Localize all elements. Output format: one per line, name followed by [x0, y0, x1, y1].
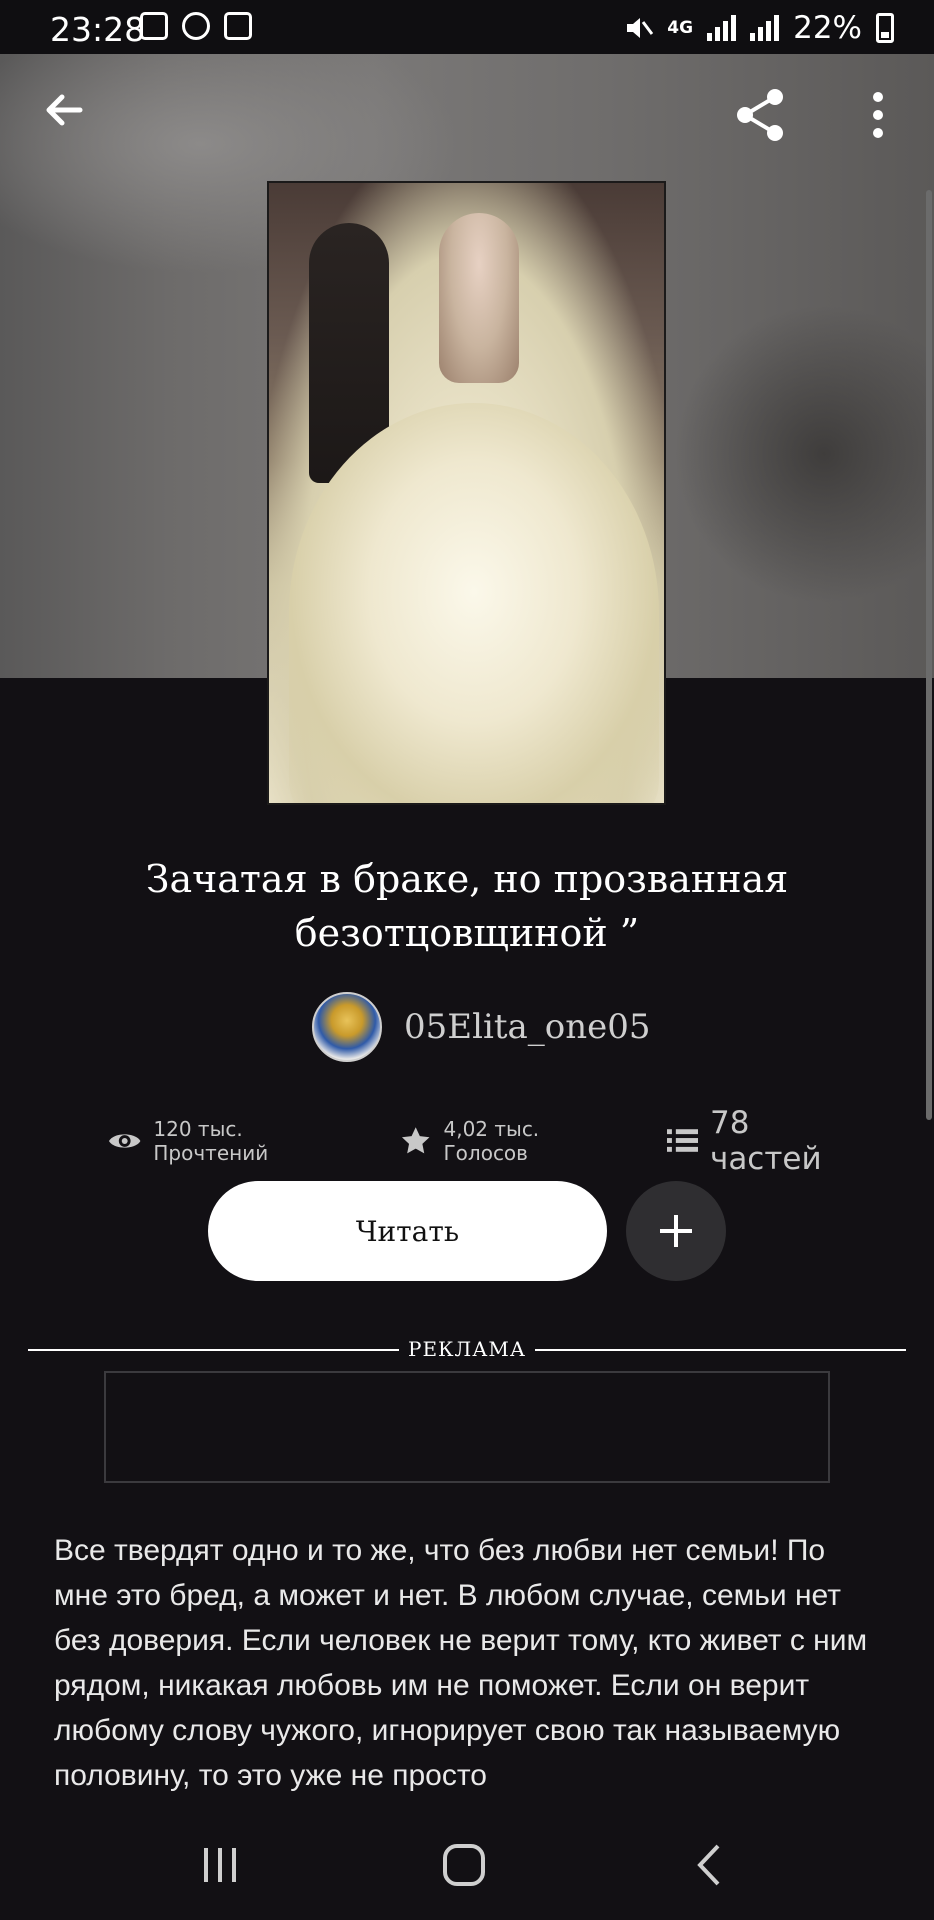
recent-apps-button[interactable]	[190, 1840, 250, 1890]
star-icon	[402, 1127, 430, 1154]
reads-count: 120 тыс. Прочтений	[153, 1117, 269, 1165]
battery-icon	[876, 13, 894, 43]
back-button[interactable]	[40, 85, 90, 135]
ad-divider-left	[28, 1349, 399, 1351]
author-link[interactable]: 05Elita_one05	[312, 992, 651, 1062]
parts-stat[interactable]: 78 частей	[666, 1105, 868, 1177]
home-button[interactable]	[434, 1840, 494, 1890]
ad-divider-right	[535, 1349, 906, 1351]
download-icon	[182, 12, 210, 40]
status-time: 23:28	[50, 10, 146, 49]
author-name[interactable]: 05Elita_one05	[404, 1007, 651, 1047]
share-icon	[737, 89, 783, 141]
signal-icon	[707, 15, 737, 41]
votes-stat: 4,02 тыс. Голосов	[400, 1117, 627, 1165]
back-nav-icon	[697, 1844, 720, 1886]
system-nav-bar	[0, 1800, 934, 1920]
back-nav-button[interactable]	[680, 1840, 740, 1890]
ad-label: РЕКЛАМА	[408, 1337, 526, 1361]
read-button[interactable]: Читать	[208, 1181, 607, 1281]
add-to-library-button[interactable]	[626, 1181, 726, 1281]
plus-icon	[660, 1215, 692, 1247]
status-notification-icons	[140, 12, 252, 40]
status-bar: 23:28 4G 22%	[0, 0, 934, 54]
home-icon	[443, 1844, 485, 1886]
more-vert-icon	[873, 92, 883, 138]
cover-dress	[289, 403, 659, 803]
author-avatar[interactable]	[312, 992, 382, 1062]
gallery-icon	[140, 12, 168, 40]
status-right: 4G 22%	[623, 10, 894, 46]
recent-apps-icon	[204, 1848, 236, 1882]
mute-icon	[627, 18, 654, 38]
more-options-button[interactable]	[868, 85, 888, 145]
eye-icon	[108, 1134, 141, 1148]
book-cover-image[interactable]	[267, 181, 666, 805]
share-button[interactable]	[730, 85, 790, 145]
battery-percent: 22%	[793, 10, 862, 46]
list-icon	[666, 1129, 698, 1152]
story-description: Все твердят одно и то же, что без любви …	[54, 1534, 868, 1792]
story-title: Зачатая в браке, но прозванная безотцовщ…	[145, 857, 789, 955]
ad-slot[interactable]	[104, 1371, 830, 1483]
reads-stat: 120 тыс. Прочтений	[108, 1117, 360, 1165]
network-type: 4G	[667, 18, 694, 38]
votes-count: 4,02 тыс. Голосов	[443, 1117, 540, 1165]
back-arrow-icon	[46, 94, 83, 126]
wifi-calling-icon	[224, 12, 252, 40]
scrollbar[interactable]	[926, 190, 932, 1120]
signal-icon-2	[750, 15, 780, 41]
story-stats: 120 тыс. Прочтений 4,02 тыс. Голосов 78 …	[108, 1105, 868, 1177]
cover-figure-bride	[439, 213, 519, 383]
parts-count[interactable]: 78 частей	[710, 1105, 868, 1177]
